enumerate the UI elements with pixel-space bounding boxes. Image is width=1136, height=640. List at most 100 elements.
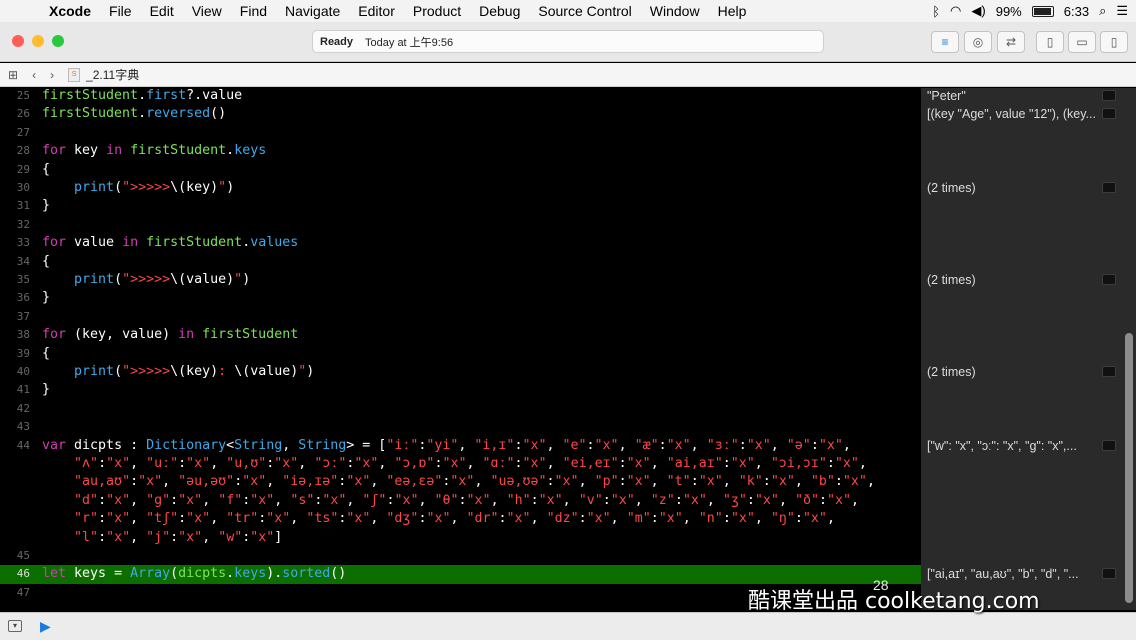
code-text: for value in firstStudent.values xyxy=(42,235,299,251)
menu-editor[interactable]: Editor xyxy=(349,3,404,19)
spotlight-search-icon[interactable]: ⌕ xyxy=(1099,3,1106,19)
window-toolbar: Ready Today at 上午9:56 ≡ ◎ ⇄ ▯ ▭ ▯ xyxy=(0,22,1136,62)
code-line[interactable]: 36} xyxy=(0,289,921,307)
menu-view[interactable]: View xyxy=(183,3,231,19)
volume-icon[interactable]: ◀) xyxy=(971,3,985,19)
line-number: 36 xyxy=(16,291,30,305)
jump-bar: ⊞ ‹ › S _2.11字典 xyxy=(0,63,1136,87)
code-line[interactable]: "au,aʊ":"x", "əu,əʊ":"x", "iə,ɪə":"x", "… xyxy=(0,473,921,491)
code-text: print(">>>>>\(value)") xyxy=(74,272,251,287)
notification-center-icon[interactable]: ☰ xyxy=(1116,3,1128,19)
source-editor[interactable]: 25 firstStudent.first?.value 26 firstStuden… xyxy=(0,88,921,610)
align-left-icon: ≡ xyxy=(941,35,949,49)
related-items-icon[interactable]: ⊞ xyxy=(0,68,18,82)
code-line[interactable]: 29 { xyxy=(0,161,921,179)
code-line[interactable]: 40 print(">>>>>\(key): \(value)") xyxy=(0,363,921,381)
results-scrollbar[interactable] xyxy=(1125,333,1133,603)
line-number: 28 xyxy=(16,144,30,158)
quick-look-button[interactable] xyxy=(1102,366,1116,377)
toggle-debug-area-button[interactable]: ▭ xyxy=(1068,31,1096,53)
build-status: Ready xyxy=(320,35,354,48)
wifi-icon[interactable]: ◠ xyxy=(950,3,961,19)
menu-help[interactable]: Help xyxy=(709,3,756,19)
code-line[interactable]: 43 xyxy=(0,418,921,436)
menu-edit[interactable]: Edit xyxy=(141,3,183,19)
assistant-editor-button[interactable]: ◎ xyxy=(964,31,992,53)
menu-bar: Xcode File Edit View Find Navigate Edito… xyxy=(0,0,1136,22)
code-line[interactable]: 42 xyxy=(0,400,921,418)
code-line[interactable]: "d":"x", "g":"x", "f":"x", "s":"x", "ʃ":… xyxy=(0,492,921,510)
traffic-lights xyxy=(12,35,64,47)
activity-viewer: Ready Today at 上午9:56 xyxy=(312,30,824,53)
code-line[interactable]: 39 { xyxy=(0,345,921,363)
quick-look-button[interactable] xyxy=(1102,568,1116,580)
back-chevron-icon[interactable]: ‹ xyxy=(18,68,36,82)
bluetooth-icon[interactable]: ᛒ xyxy=(932,4,940,19)
code-text: "l":"x", "j":"x", "w":"x"] xyxy=(74,529,283,545)
code-line[interactable]: 32 xyxy=(0,216,921,234)
quick-look-button[interactable] xyxy=(1102,90,1116,101)
line-number: 45 xyxy=(16,549,30,562)
line-number: 29 xyxy=(16,162,30,176)
code-line[interactable]: 45 xyxy=(0,547,921,565)
code-line[interactable]: "r":"x", "tʃ":"x", "tr":"x", "ts":"x", "… xyxy=(0,510,921,528)
playground-results-sidebar: "Peter" [(key "Age", value "12"), (key...… xyxy=(921,88,1136,610)
code-text: "au,aʊ":"x", "əu,əʊ":"x", "iə,ɪə":"x", "… xyxy=(74,474,875,490)
menu-navigate[interactable]: Navigate xyxy=(276,3,349,19)
quick-look-button[interactable] xyxy=(1102,439,1116,451)
code-line[interactable]: 26 firstStudent.reversed() xyxy=(0,105,921,123)
code-line[interactable]: 41} xyxy=(0,381,921,399)
code-line[interactable]: 44 var dicpts : Dictionary<String, String… xyxy=(0,437,921,455)
code-line[interactable]: 25 firstStudent.first?.value xyxy=(0,88,921,105)
code-line[interactable]: "l":"x", "j":"x", "w":"x"] xyxy=(0,529,921,547)
line-number: 44 xyxy=(16,438,30,452)
code-line[interactable]: 28 for key in firstStudent.keys xyxy=(0,142,921,160)
close-window-button[interactable] xyxy=(12,35,24,47)
code-text: "ʌ":"x", "uː":"x", "u,ʊ":"x", "ɔː":"x", … xyxy=(74,456,867,471)
version-editor-button[interactable]: ⇄ xyxy=(997,31,1025,53)
code-line[interactable]: 37 xyxy=(0,308,921,326)
code-line[interactable]: 38 for (key, value) in firstStudent xyxy=(0,326,921,344)
code-text: "d":"x", "g":"x", "f":"x", "s":"x", "ʃ":… xyxy=(74,492,860,508)
watermark: 酷课堂出品 coolketang.com xyxy=(748,589,1040,614)
code-line[interactable]: 33 for value in firstStudent.values xyxy=(0,234,921,252)
line-number: 33 xyxy=(16,236,30,250)
forward-chevron-icon[interactable]: › xyxy=(36,68,54,82)
breadcrumb-file[interactable]: _2.11字典 xyxy=(86,66,139,83)
zoom-window-button[interactable] xyxy=(52,35,64,47)
menu-debug[interactable]: Debug xyxy=(470,3,529,19)
quick-look-button[interactable] xyxy=(1102,182,1116,193)
menu-xcode[interactable]: Xcode xyxy=(40,3,100,19)
code-line[interactable]: 35 print(">>>>>\(value)") xyxy=(0,271,921,289)
battery-percent[interactable]: 99% xyxy=(996,4,1022,19)
result-value: (2 times) xyxy=(927,181,976,195)
standard-editor-button[interactable]: ≡ xyxy=(931,31,959,53)
hide-debug-area-icon[interactable]: ▾ xyxy=(8,620,22,632)
minimize-window-button[interactable] xyxy=(32,35,44,47)
run-playground-icon[interactable]: ▶ xyxy=(40,618,51,635)
menu-window[interactable]: Window xyxy=(641,3,709,19)
menu-find[interactable]: Find xyxy=(231,3,276,19)
code-text: } xyxy=(42,198,51,214)
toggle-navigator-button[interactable]: ▯ xyxy=(1036,31,1064,53)
code-line[interactable]: 34 { xyxy=(0,253,921,271)
battery-icon[interactable] xyxy=(1031,5,1054,17)
menu-source-control[interactable]: Source Control xyxy=(529,3,640,19)
code-line[interactable]: "ʌ":"x", "uː":"x", "u,ʊ":"x", "ɔː":"x", … xyxy=(0,455,921,473)
code-line[interactable]: 30 print(">>>>>\(key)") xyxy=(0,179,921,197)
code-line[interactable]: 46 let keys = Array(dicpts.keys).sorted() xyxy=(0,565,921,584)
menu-file[interactable]: File xyxy=(100,3,141,19)
arrows-swap-icon: ⇄ xyxy=(1005,35,1017,49)
code-text: for key in firstStudent.keys xyxy=(42,143,267,159)
line-number: 25 xyxy=(16,89,30,102)
menu-product[interactable]: Product xyxy=(404,3,470,19)
result-value: (2 times) xyxy=(927,365,976,379)
clock[interactable]: 6:33 xyxy=(1064,4,1089,19)
result-value: ["w": "x", "ɔː": "x", "g": "x",... xyxy=(927,438,1077,453)
quick-look-button[interactable] xyxy=(1102,274,1116,285)
quick-look-button[interactable] xyxy=(1102,108,1116,120)
toggle-utilities-button[interactable]: ▯ xyxy=(1100,31,1128,53)
right-panel-icon: ▯ xyxy=(1110,35,1118,49)
code-line[interactable]: 31} xyxy=(0,197,921,215)
code-line[interactable]: 27 xyxy=(0,124,921,142)
